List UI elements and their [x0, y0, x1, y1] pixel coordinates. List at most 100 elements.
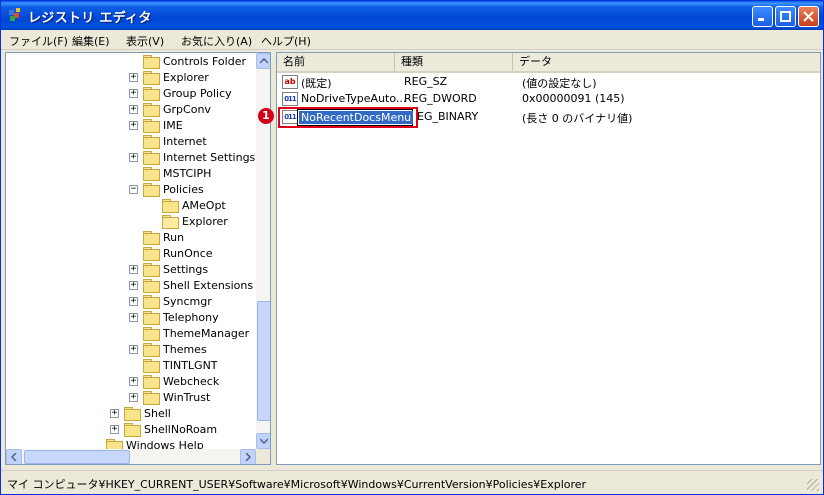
- value-row[interactable]: 011 NoDriveTypeAuto... REG_DWORD 0x00000…: [277, 91, 820, 108]
- folder-icon: [143, 278, 160, 293]
- menu-bar: ファイル(F) 編集(E) 表示(V) お気に入り(A) ヘルプ(H): [1, 30, 823, 50]
- tree-item-ameopt[interactable]: AMeOpt: [148, 197, 226, 213]
- folder-icon: [143, 326, 160, 341]
- tree-item-internet-settings[interactable]: + Internet Settings: [129, 149, 255, 165]
- registry-editor-icon: [9, 8, 20, 21]
- folder-icon: [143, 358, 160, 373]
- folder-icon: [143, 150, 160, 165]
- value-name: (既定): [301, 77, 332, 90]
- tree-item-group-policy[interactable]: + Group Policy: [129, 85, 232, 101]
- close-button[interactable]: [798, 6, 819, 27]
- maximize-button[interactable]: [775, 6, 796, 27]
- folder-icon: [162, 198, 179, 213]
- expand-icon[interactable]: +: [129, 392, 138, 402]
- expand-icon[interactable]: +: [129, 296, 138, 306]
- folder-icon: [124, 406, 141, 421]
- expand-icon[interactable]: +: [129, 152, 138, 162]
- tree-item-controls-folder[interactable]: Controls Folder: [129, 53, 246, 69]
- folder-icon: [143, 390, 160, 405]
- expand-icon[interactable]: +: [110, 408, 119, 418]
- tree-item-telephony[interactable]: + Telephony: [129, 309, 219, 325]
- chevron-down-icon: [260, 438, 268, 444]
- tree-item-ime[interactable]: + IME: [129, 117, 183, 133]
- key-tree-pane[interactable]: Controls Folder + Explorer + Group Polic…: [5, 52, 271, 465]
- menu-edit[interactable]: 編集(E): [72, 33, 110, 49]
- scroll-left-button[interactable]: [6, 449, 22, 464]
- tree-item-shell-extensions[interactable]: + Shell Extensions: [129, 277, 253, 293]
- value-type: EG_BINARY: [417, 110, 479, 123]
- expand-icon[interactable]: +: [129, 312, 138, 322]
- tree-item-grpconv[interactable]: + GrpConv: [129, 101, 211, 117]
- tree-item-shellnoroam[interactable]: + ShellNoRoam: [110, 421, 217, 437]
- tree-item-themes[interactable]: + Themes: [129, 341, 207, 357]
- folder-icon: [143, 54, 160, 69]
- menu-favorites[interactable]: お気に入り(A): [181, 33, 252, 49]
- menu-file[interactable]: ファイル(F): [9, 33, 68, 49]
- expand-icon[interactable]: +: [129, 264, 138, 274]
- registry-editor-window: レジストリ エディタ ファイル(F) 編集(E) 表示(V) お気に入り(A) …: [0, 0, 824, 495]
- column-header-name[interactable]: 名前: [277, 53, 395, 71]
- tree-item-mstciph[interactable]: MSTCIPH: [129, 165, 211, 181]
- tree-item-syncmgr[interactable]: + Syncmgr: [129, 293, 212, 309]
- tree-horizontal-scrollbar[interactable]: [6, 449, 256, 464]
- tree-item-internet[interactable]: Internet: [129, 133, 207, 149]
- value-row-editing[interactable]: 011 NoRecentDocsMenu EG_BINARY (長さ 0 のバイ…: [277, 107, 820, 128]
- scroll-down-button[interactable]: [256, 433, 270, 449]
- folder-icon: [143, 246, 160, 261]
- expand-icon[interactable]: +: [129, 120, 138, 130]
- expand-icon[interactable]: +: [129, 280, 138, 290]
- expand-icon[interactable]: +: [129, 376, 138, 386]
- value-list-pane[interactable]: 名前 種類 データ ab (既定) REG_SZ (値の設定なし) 011 No…: [276, 52, 821, 465]
- minimize-button[interactable]: [752, 6, 773, 27]
- chevron-up-icon: [260, 58, 268, 64]
- expand-icon[interactable]: +: [129, 104, 138, 114]
- scroll-up-button[interactable]: [256, 53, 270, 69]
- tree-item-runonce[interactable]: RunOnce: [129, 245, 213, 261]
- folder-icon: [124, 422, 141, 437]
- string-value-icon: ab: [282, 75, 298, 89]
- value-data: (値の設定なし): [522, 77, 597, 90]
- tree-item-webcheck[interactable]: + Webcheck: [129, 373, 219, 389]
- binary-value-icon: 011: [282, 92, 298, 106]
- tree-item-explorer[interactable]: + Explorer: [129, 69, 209, 85]
- tree-item-thememanager[interactable]: ThemeManager: [129, 325, 249, 341]
- menu-help[interactable]: ヘルプ(H): [261, 33, 311, 49]
- chevron-left-icon: [11, 453, 17, 461]
- list-header: 名前 種類 データ: [277, 53, 820, 73]
- expand-icon[interactable]: +: [129, 88, 138, 98]
- folder-icon: [143, 374, 160, 389]
- horizontal-scroll-thumb[interactable]: [24, 450, 130, 464]
- callout-highlight-frame: [278, 107, 418, 128]
- tree-item-shell[interactable]: + Shell: [110, 405, 171, 421]
- collapse-icon[interactable]: −: [129, 184, 138, 194]
- column-header-data[interactable]: データ: [513, 53, 820, 71]
- tree-item-settings[interactable]: + Settings: [129, 261, 208, 277]
- value-row[interactable]: ab (既定) REG_SZ (値の設定なし): [277, 74, 820, 91]
- title-bar[interactable]: レジストリ エディタ: [1, 1, 823, 30]
- tree-item-tintlgnt[interactable]: TINTLGNT: [129, 357, 218, 373]
- menu-view[interactable]: 表示(V): [126, 33, 164, 49]
- tree-item-policies-explorer[interactable]: Explorer: [148, 213, 228, 229]
- maximize-icon: [780, 11, 791, 22]
- status-path: マイ コンピュータ¥HKEY_CURRENT_USER¥Software¥Mic…: [7, 478, 587, 491]
- folder-icon: [143, 102, 160, 117]
- tree-item-policies[interactable]: − Policies: [129, 181, 204, 197]
- scroll-thumb[interactable]: [257, 301, 270, 421]
- callout-number-badge: 1: [258, 108, 274, 124]
- value-name: NoDriveTypeAuto...: [301, 92, 407, 105]
- expand-icon[interactable]: +: [110, 424, 119, 434]
- folder-icon: [143, 294, 160, 309]
- resize-grip-icon[interactable]: [807, 479, 819, 491]
- value-data: 0x00000091 (145): [522, 92, 625, 105]
- scroll-right-button[interactable]: [240, 449, 256, 464]
- chevron-right-icon: [245, 453, 251, 461]
- value-type: REG_SZ: [404, 75, 448, 88]
- folder-icon: [143, 310, 160, 325]
- column-header-type[interactable]: 種類: [395, 53, 513, 71]
- expand-icon[interactable]: +: [129, 72, 138, 82]
- tree-item-run[interactable]: Run: [129, 229, 184, 245]
- expand-icon[interactable]: +: [129, 344, 138, 354]
- folder-icon: [143, 118, 160, 133]
- tree-item-wintrust[interactable]: + WinTrust: [129, 389, 210, 405]
- value-data: (長さ 0 のバイナリ値): [522, 112, 633, 125]
